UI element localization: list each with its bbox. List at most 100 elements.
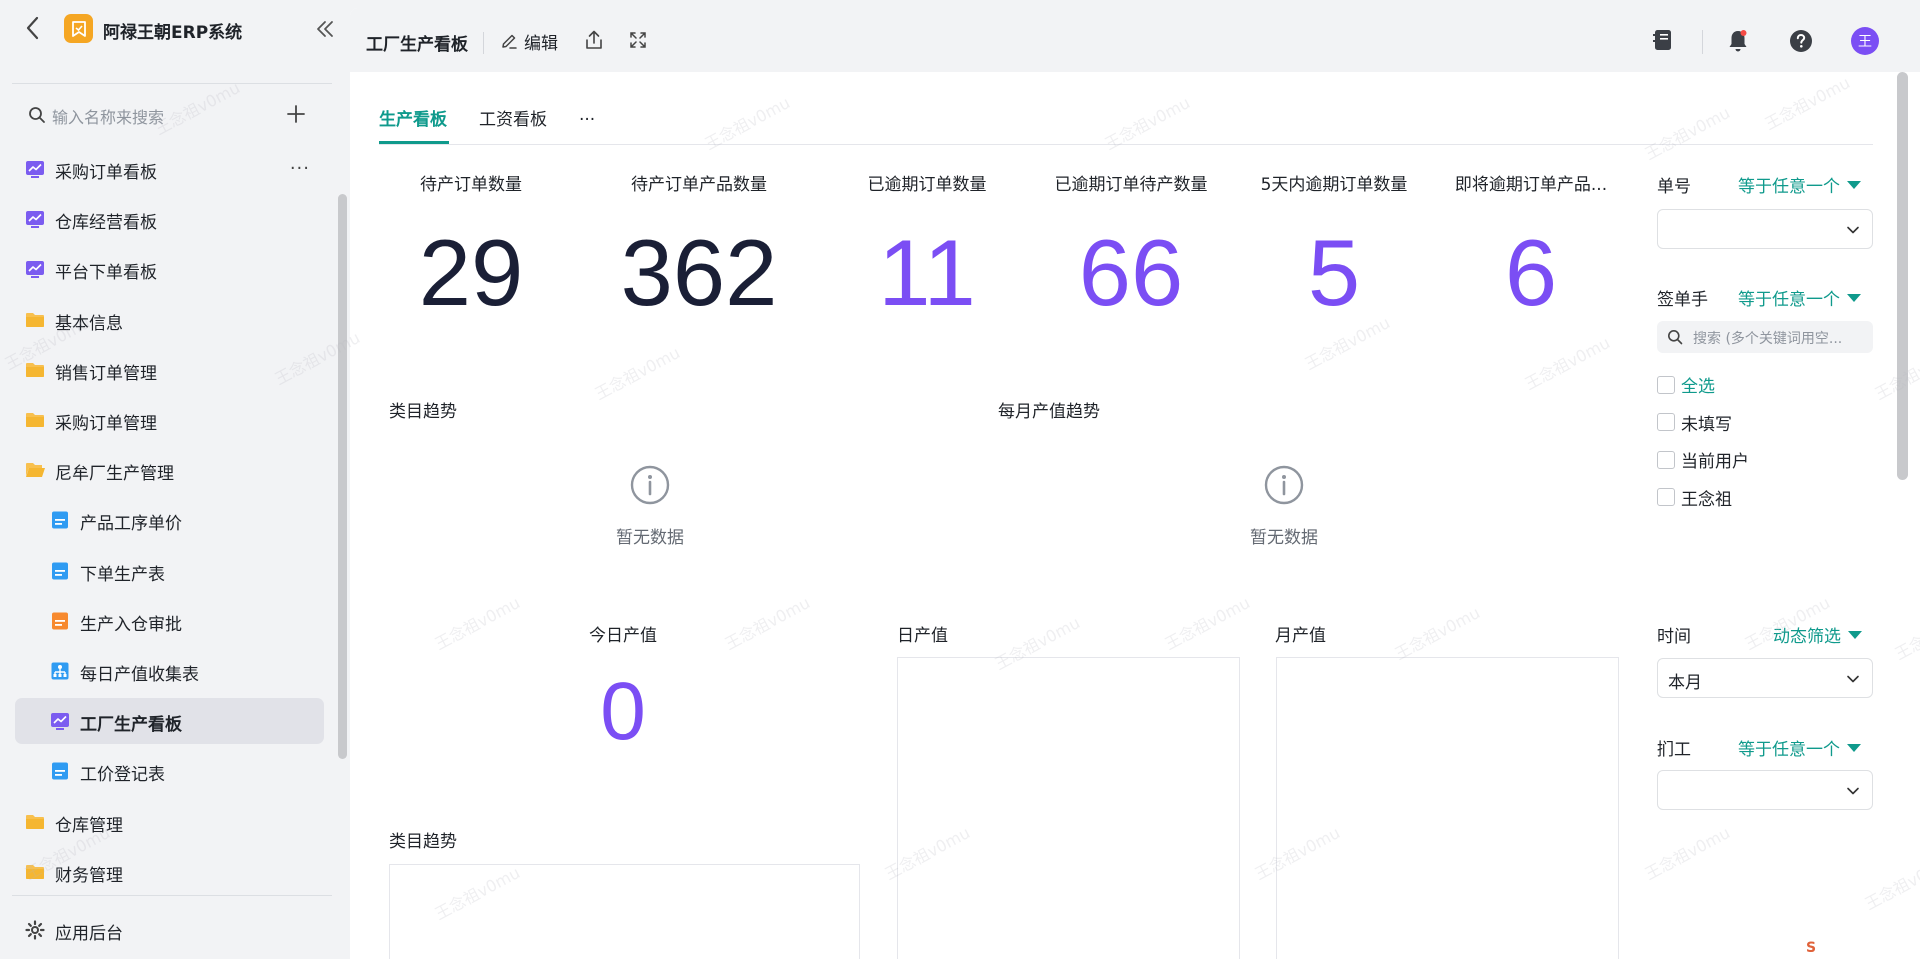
folder-open-icon	[25, 460, 45, 480]
kpi-value: 362	[620, 220, 778, 325]
avatar[interactable]: 王	[1851, 27, 1879, 55]
search-placeholder: 搜索 (多个关键词用空...	[1693, 331, 1843, 347]
category-trend-title-2: 类目趋势	[389, 832, 457, 852]
tab-more[interactable]: ...	[579, 105, 595, 125]
help-icon[interactable]	[1789, 29, 1813, 53]
filter-operator-order-no[interactable]: 等于任意一个	[1738, 172, 1861, 197]
signer-search-input[interactable]: 搜索 (多个关键词用空...	[1657, 321, 1873, 353]
main-scrollbar[interactable]	[1897, 72, 1908, 480]
kpi-value: 29	[418, 220, 524, 325]
caret-down-icon	[1847, 180, 1861, 189]
order-no-select[interactable]	[1657, 209, 1873, 249]
category-trend-empty: 暂无数据	[587, 465, 713, 548]
sidebar-item[interactable]: 工厂生产看板	[15, 698, 324, 745]
daily-output-chart	[897, 657, 1240, 959]
category-trend-chart-2	[389, 864, 860, 959]
sidebar-item[interactable]: 生产入仓审批	[15, 598, 324, 644]
folder-icon	[25, 812, 45, 832]
search-placeholder: 输入名称来搜索	[52, 108, 165, 127]
back-arrow-icon[interactable]	[22, 14, 44, 42]
sidebar-divider	[12, 83, 332, 84]
pencil-icon	[502, 34, 517, 49]
sidebar-item[interactable]: 每日产值收集表	[15, 648, 324, 694]
share-icon[interactable]	[584, 29, 604, 51]
filter-operator-signer[interactable]: 等于任意一个	[1738, 285, 1861, 310]
today-output-kpi: 今日产值 0	[523, 621, 723, 762]
filter-operator-worker[interactable]: 等于任意一个	[1738, 735, 1861, 760]
checkbox[interactable]	[1657, 375, 1675, 394]
sidebar-item[interactable]: 产品工序单价	[15, 497, 324, 543]
add-icon[interactable]	[284, 102, 308, 126]
bell-icon[interactable]	[1726, 28, 1750, 54]
dashboard-tabs: 生产看板 工资看板 ...	[379, 85, 1873, 145]
kpi-label: 5天内逾期订单数量	[1260, 175, 1408, 195]
folder-icon	[25, 410, 45, 430]
sidebar-item[interactable]: 仓库管理	[15, 799, 324, 845]
form-icon	[50, 761, 70, 781]
toolbar-divider	[483, 32, 484, 54]
time-select[interactable]: 本月	[1657, 658, 1873, 698]
checkbox[interactable]	[1657, 488, 1675, 506]
filter-label-time: 时间	[1657, 627, 1691, 647]
sidebar-item-label: 采购订单看板	[55, 163, 157, 183]
kpi-value: 66	[1078, 220, 1184, 325]
sidebar-item[interactable]: 下单生产表	[15, 548, 324, 594]
operator-text: 等于任意一个	[1738, 740, 1840, 760]
checkbox[interactable]	[1657, 413, 1675, 431]
sidebar-item[interactable]: 基本信息	[15, 297, 324, 343]
monthly-output-trend-title: 每月产值趋势	[998, 402, 1100, 422]
sidebar-item[interactable]: 采购订单管理	[15, 397, 324, 443]
signer-option[interactable]: 全选	[1657, 372, 1715, 397]
sidebar-item-label: 生产入仓审批	[80, 614, 182, 635]
sidebar-scrollbar[interactable]	[338, 194, 347, 759]
filter-label-worker: 扪工	[1657, 740, 1691, 760]
kpi-card: 已逾期订单待产数量 66	[1021, 170, 1241, 323]
signer-option[interactable]: 王念祖	[1657, 485, 1732, 510]
sidebar-item[interactable]: 工价登记表	[15, 748, 324, 794]
edit-button[interactable]: 编辑	[500, 28, 558, 54]
kpi-card: 5天内逾期订单数量 5	[1224, 170, 1444, 323]
signer-option[interactable]: 未填写	[1657, 410, 1732, 435]
tab-production-board[interactable]: 生产看板	[379, 105, 447, 130]
chart-board-icon	[25, 259, 45, 279]
empty-text: 暂无数据	[1250, 528, 1318, 548]
sidebar-search[interactable]: 输入名称来搜索	[28, 100, 308, 130]
chevron-down-icon	[1847, 226, 1859, 234]
operator-text: 等于任意一个	[1738, 290, 1840, 310]
sidebar-item[interactable]: 平台下单看板	[15, 246, 324, 292]
form-icon	[50, 561, 70, 581]
kpi-label: 待产订单数量	[420, 175, 522, 195]
fullscreen-icon[interactable]	[628, 30, 648, 50]
more-icon[interactable]: ···	[290, 158, 310, 179]
sidebar-item-label: 仓库经营看板	[55, 213, 157, 234]
sidebar-item[interactable]: 尼牟厂生产管理	[15, 447, 324, 493]
chart-board-icon	[25, 209, 45, 229]
sidebar-item-label: 工厂生产看板	[80, 715, 182, 736]
kpi-label: 今日产值	[589, 626, 657, 646]
option-label: 全选	[1681, 377, 1715, 397]
filter-operator-time[interactable]: 动态筛选	[1773, 622, 1862, 647]
toolbar-divider-right	[1702, 30, 1703, 54]
sidebar-item[interactable]: 财务管理	[15, 849, 324, 895]
notebook-icon[interactable]	[1652, 28, 1674, 52]
sidebar-item-label: 基本信息	[55, 313, 123, 334]
option-label: 未填写	[1681, 414, 1732, 435]
approval-form-icon	[50, 611, 70, 631]
app-backend-link[interactable]: 应用后台	[55, 919, 123, 944]
collapse-sidebar-icon[interactable]	[314, 18, 336, 40]
caret-down-icon	[1848, 630, 1862, 639]
sidebar-item[interactable]: 采购订单看板 ···	[15, 146, 324, 192]
info-icon	[630, 465, 670, 505]
sidebar-item[interactable]: 销售订单管理	[15, 347, 324, 393]
monthly-output-chart	[1276, 657, 1619, 959]
tab-salary-board[interactable]: 工资看板	[479, 105, 547, 130]
operator-text: 等于任意一个	[1738, 177, 1840, 197]
kpi-value: 6	[1504, 220, 1558, 325]
checkbox[interactable]	[1657, 450, 1675, 469]
monthly-output-trend-empty: 暂无数据	[1221, 465, 1347, 548]
sidebar-item-label: 每日产值收集表	[80, 665, 199, 685]
worker-select[interactable]	[1657, 770, 1873, 810]
signer-option[interactable]: 当前用户	[1657, 447, 1749, 472]
sidebar-item[interactable]: 仓库经营看板	[15, 196, 324, 242]
folder-icon	[25, 862, 45, 882]
